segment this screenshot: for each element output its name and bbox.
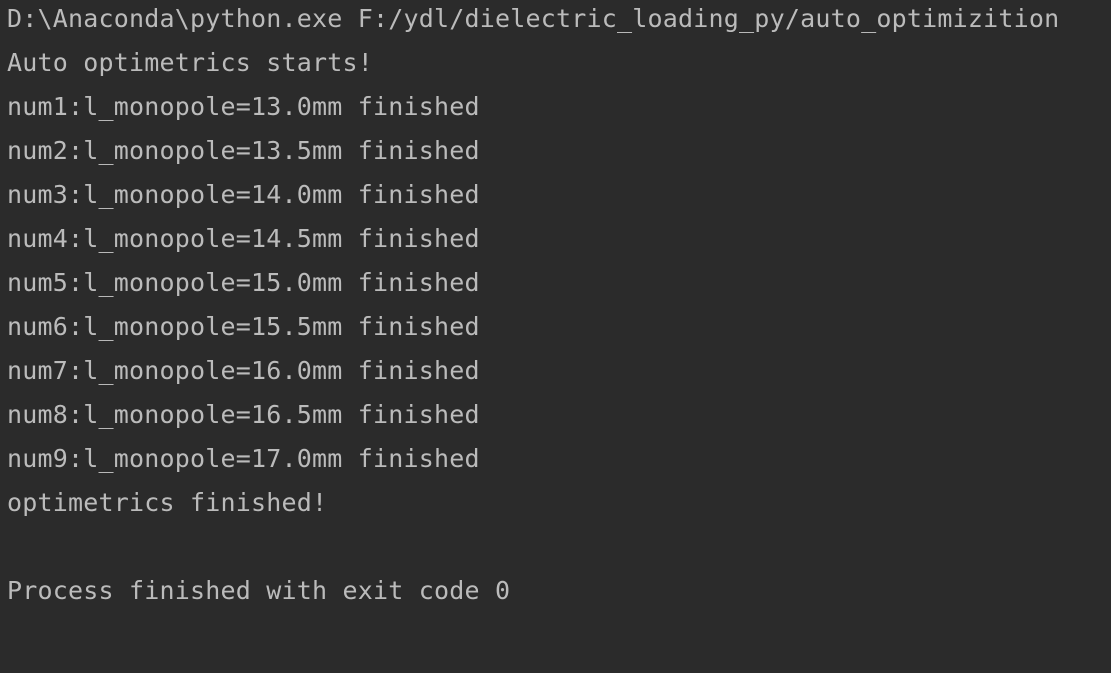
exit-message: Process finished with exit code 0 — [7, 576, 511, 605]
output-line-start: Auto optimetrics starts! — [7, 48, 374, 77]
output-line-finished: optimetrics finished! — [7, 488, 328, 517]
output-line-num9: num9:l_monopole=17.0mm finished — [7, 444, 480, 473]
command-line: D:\Anaconda\python.exe F:/ydl/dielectric… — [7, 4, 1060, 33]
output-line-num8: num8:l_monopole=16.5mm finished — [7, 400, 480, 429]
output-line-num1: num1:l_monopole=13.0mm finished — [7, 92, 480, 121]
output-line-num3: num3:l_monopole=14.0mm finished — [7, 180, 480, 209]
output-line-num4: num4:l_monopole=14.5mm finished — [7, 224, 480, 253]
output-line-num2: num2:l_monopole=13.5mm finished — [7, 136, 480, 165]
output-line-num7: num7:l_monopole=16.0mm finished — [7, 356, 480, 385]
run-console-output[interactable]: D:\Anaconda\python.exe F:/ydl/dielectric… — [0, 0, 1111, 673]
output-line-num5: num5:l_monopole=15.0mm finished — [7, 268, 480, 297]
output-line-num6: num6:l_monopole=15.5mm finished — [7, 312, 480, 341]
